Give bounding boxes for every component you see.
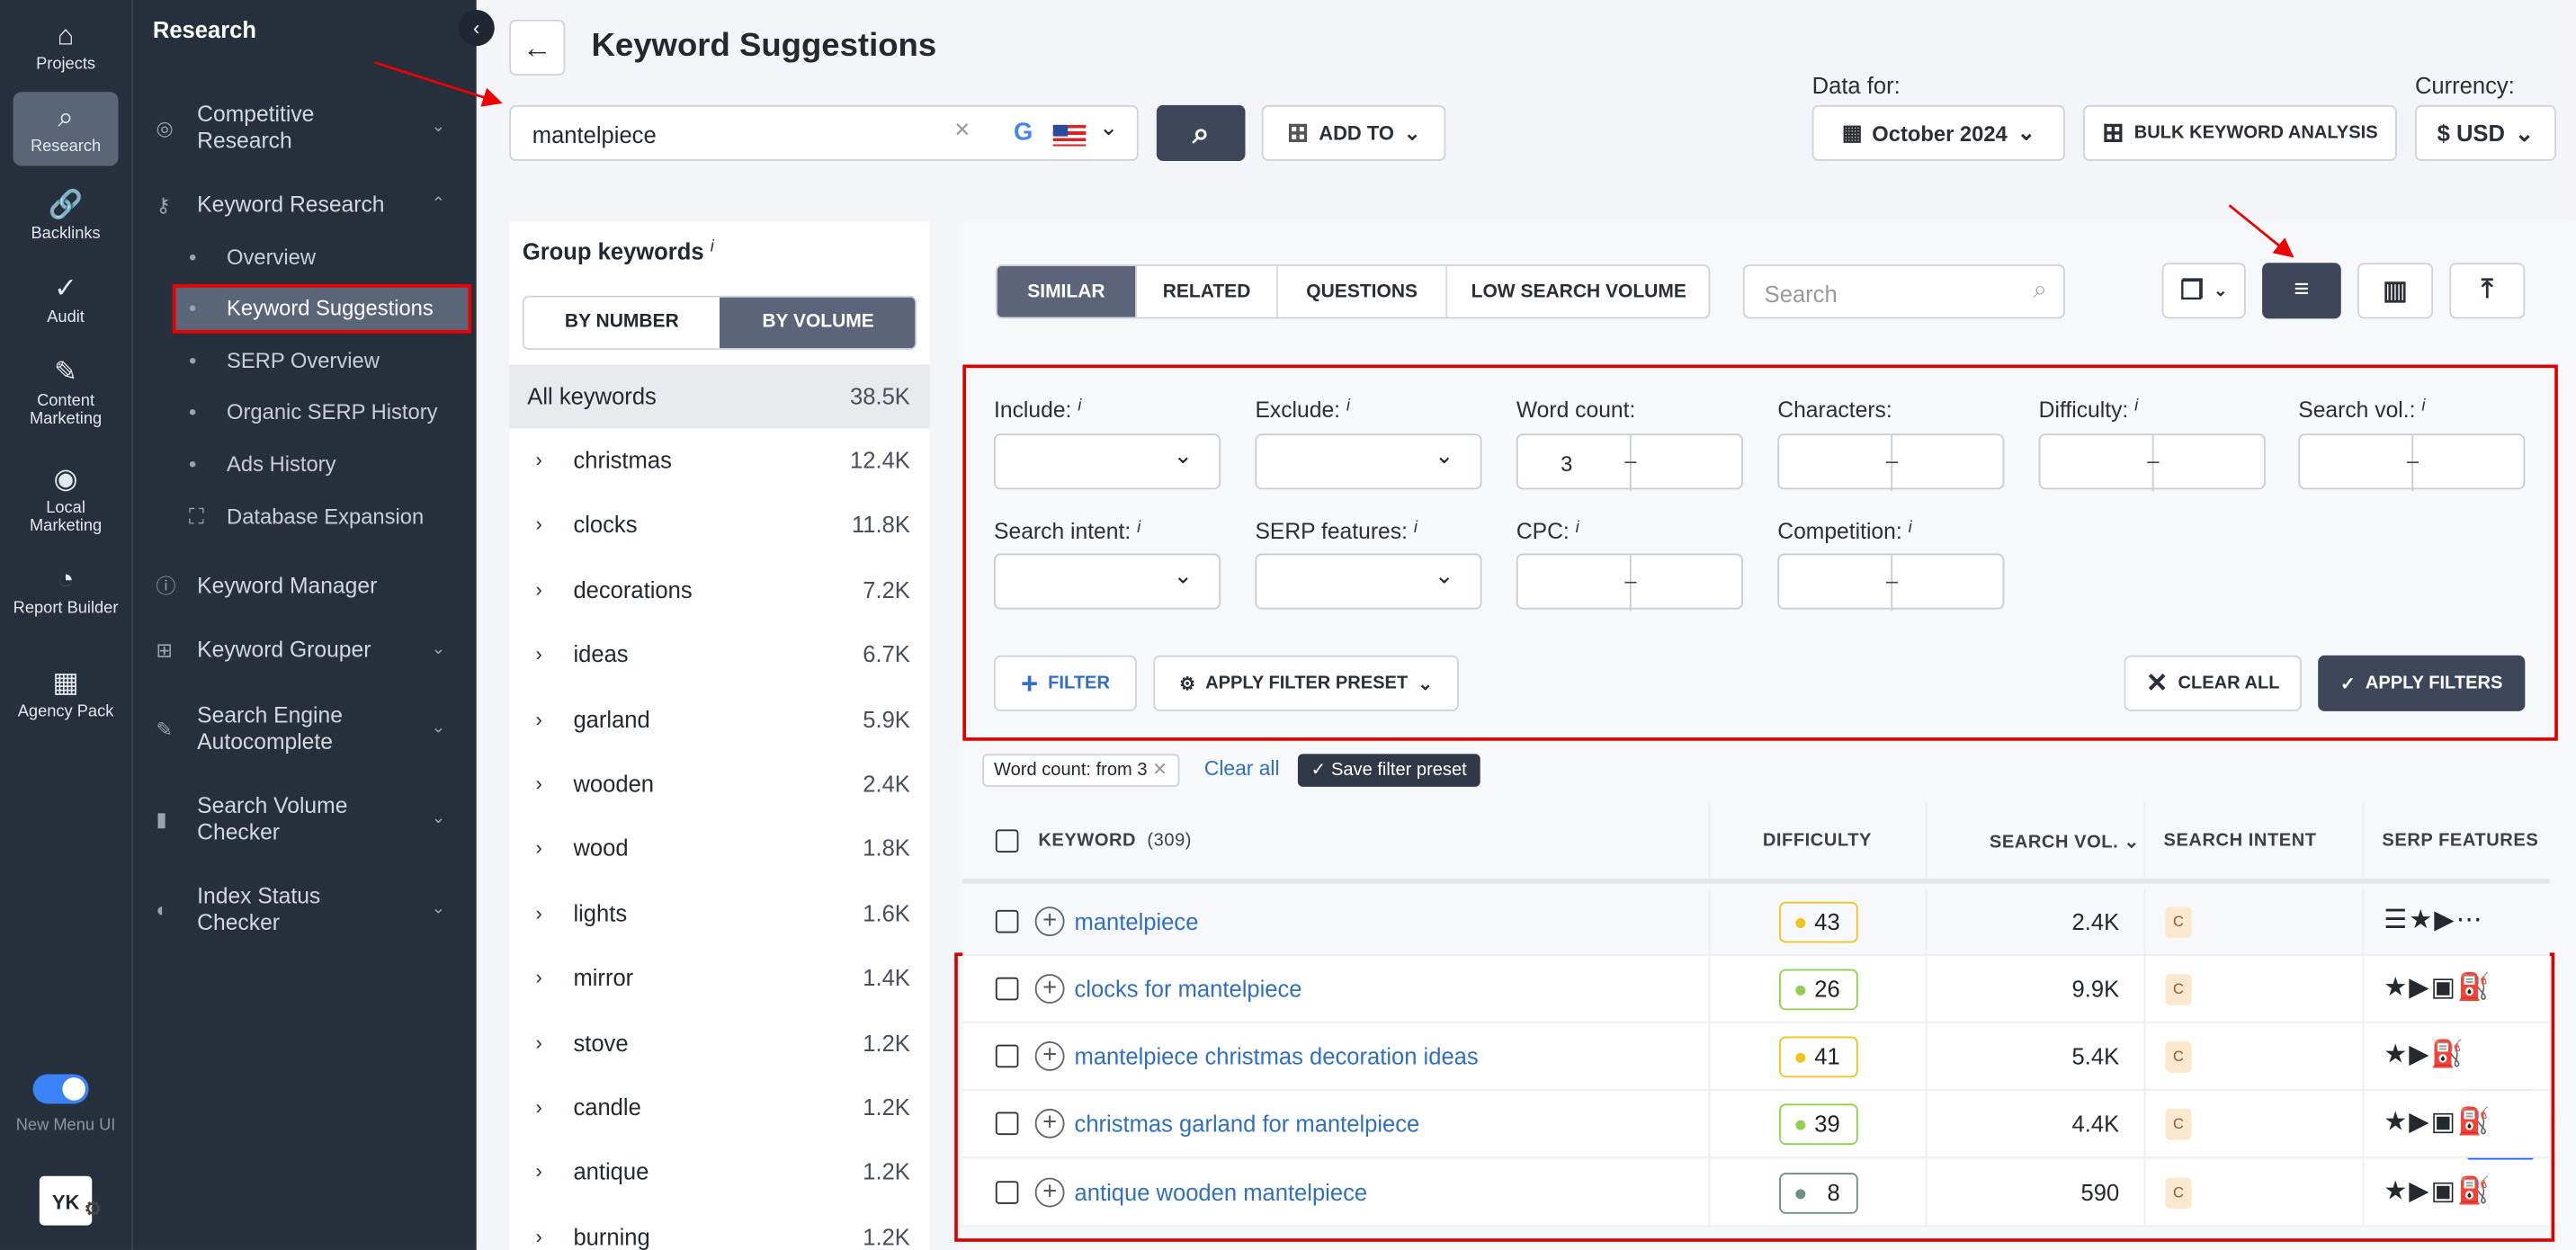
add-icon[interactable]: +	[1034, 906, 1065, 937]
serp-features-icons[interactable]: ★▶▣⛽	[2384, 970, 2491, 1004]
rail-item-local-marketing[interactable]: ◉ Local Marketing	[13, 460, 119, 539]
toggle-label: New Menu UI	[15, 1117, 116, 1136]
search-volume: 590	[2080, 1179, 2120, 1206]
add-icon[interactable]: +	[1034, 974, 1065, 1004]
edit-icon: ✎	[54, 356, 78, 388]
serp-features-icons[interactable]: ★▶▣⛽	[2384, 1105, 2491, 1138]
add-icon[interactable]: +	[1034, 1041, 1065, 1071]
table-row: + mantelpiece 43 2.4K C ☰★▶⋯	[962, 888, 2550, 957]
table-row: + clocks for mantelpiece 26 9.9K C ★▶▣⛽	[962, 956, 2550, 1023]
research-icon: ⌕	[58, 102, 74, 133]
building-icon: ▦	[52, 666, 79, 699]
intent-badge: C	[2165, 906, 2192, 938]
keyword-link[interactable]: clocks for mantelpiece	[1075, 976, 1302, 1002]
rail-item-agency-pack[interactable]: ▦ Agency Pack	[13, 664, 119, 725]
keyword-link[interactable]: mantelpiece	[1075, 908, 1199, 934]
intent-badge: C	[2165, 974, 2192, 1005]
row-checkbox[interactable]	[995, 1181, 1019, 1204]
row-checkbox[interactable]	[995, 1044, 1019, 1068]
home-icon: ⌂	[57, 19, 75, 51]
pie-chart-icon: ◔	[57, 563, 75, 595]
serp-features-icons[interactable]: ☰★▶⋯	[2384, 904, 2483, 937]
difficulty-badge: 26	[1779, 969, 1858, 1011]
new-menu-toggle[interactable]	[32, 1074, 89, 1104]
check-circle-icon: ✓	[54, 272, 78, 304]
intent-badge: C	[2165, 1041, 2192, 1073]
add-icon[interactable]: +	[1034, 1177, 1065, 1208]
search-volume: 9.9K	[2071, 975, 2120, 1003]
row-checkbox[interactable]	[995, 1112, 1019, 1136]
difficulty-badge: 8	[1779, 1173, 1858, 1214]
rail-item-audit[interactable]: ✓ Audit	[13, 270, 119, 331]
keyword-link[interactable]: christmas garland for mantelpiece	[1075, 1111, 1420, 1137]
search-volume: 4.4K	[2071, 1110, 2120, 1137]
difficulty-badge: 43	[1779, 901, 1858, 943]
location-icon: ◉	[53, 463, 78, 495]
serp-features-icons[interactable]: ★▶⛽	[2384, 1038, 2465, 1071]
arrow-to-filter	[2228, 204, 2294, 258]
keyword-link[interactable]: antique wooden mantelpiece	[1075, 1179, 1368, 1205]
rail-item-content-marketing[interactable]: ✎ Content Marketing	[13, 353, 119, 433]
table-row: + christmas garland for mantelpiece 39 4.4K…	[962, 1090, 2550, 1158]
keyword-link[interactable]: mantelpiece christmas decoration ideas	[1075, 1043, 1479, 1069]
avatar[interactable]: YK ⚙	[39, 1175, 102, 1226]
intent-badge: C	[2165, 1108, 2192, 1140]
rail-item-research[interactable]: ⌕ Research	[13, 92, 119, 166]
table-row: + antique wooden mantelpiece 8 590 C ★▶▣⛽	[962, 1159, 2550, 1228]
intent-badge: C	[2165, 1177, 2192, 1210]
difficulty-badge: 41	[1779, 1036, 1858, 1078]
row-checkbox[interactable]	[995, 977, 1019, 1001]
add-icon[interactable]: +	[1034, 1108, 1065, 1138]
rail-item-backlinks[interactable]: 🔗 Backlinks	[13, 185, 119, 246]
table-row: + mantelpiece christmas decoration ideas 4…	[962, 1022, 2550, 1091]
rail-item-report-builder[interactable]: ◔ Report Builder	[13, 560, 119, 621]
link-icon: 🔗	[48, 189, 84, 220]
search-volume: 2.4K	[2071, 908, 2120, 935]
search-volume: 5.4K	[2071, 1042, 2120, 1070]
difficulty-badge: 39	[1779, 1103, 1858, 1146]
gear-icon[interactable]: ⚙	[85, 1183, 103, 1235]
serp-features-icons[interactable]: ★▶▣⛽	[2384, 1174, 2491, 1208]
rail-item-projects[interactable]: ⌂ Projects	[13, 16, 119, 77]
arrow-to-search	[374, 61, 503, 107]
row-checkbox[interactable]	[995, 909, 1019, 933]
